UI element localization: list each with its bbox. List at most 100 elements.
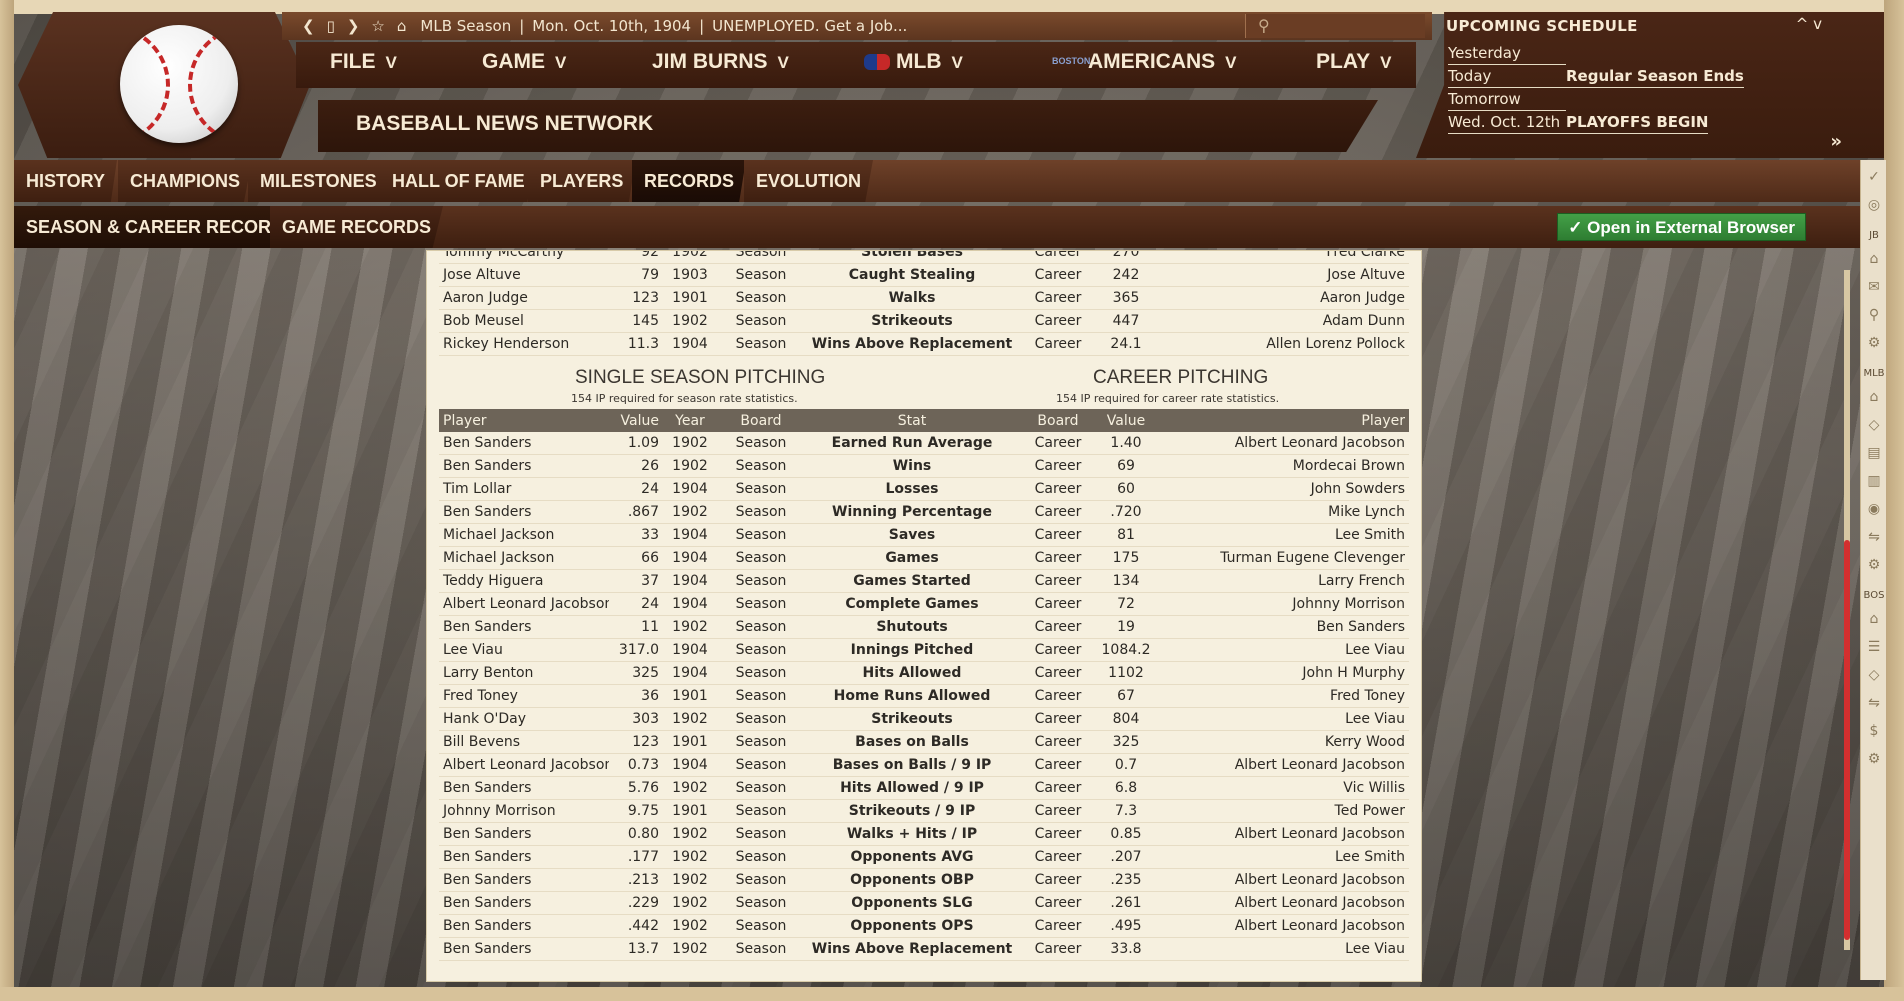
career-player[interactable]: Lee Viau [1159,941,1409,957]
season-player[interactable]: Michael Jackson [439,550,609,566]
tag-icon[interactable]: ◇ [1865,416,1883,434]
season-player[interactable]: Lee Viau [439,642,609,658]
header-career-board[interactable]: Board [1023,413,1093,429]
career-player[interactable]: Mike Lynch [1159,504,1409,520]
tab-records[interactable]: RECORDS [632,160,747,202]
checkmark-icon[interactable]: ✓ [1865,168,1883,186]
tab-history[interactable]: HISTORY [14,160,118,202]
season-player[interactable]: Ben Sanders [439,780,609,796]
gear-icon[interactable]: ⚙ [1865,750,1883,768]
season-player[interactable]: Larry Benton [439,665,609,681]
career-player[interactable]: Albert Leonard Jacobson [1159,918,1409,934]
career-player[interactable]: John H Murphy [1159,665,1409,681]
header-board[interactable]: Board [721,413,801,429]
home-icon[interactable]: ⌂ [1865,388,1883,406]
career-player[interactable]: Albert Leonard Jacobson [1159,895,1409,911]
season-player[interactable]: Ben Sanders [439,619,609,635]
scrollbar-thumb[interactable] [1844,540,1850,940]
season-player[interactable]: Tommy McCarthy [439,251,609,260]
season-player[interactable]: Albert Leonard Jacobson [439,596,609,612]
career-player[interactable]: Allen Lorenz Pollock [1159,336,1409,352]
season-player[interactable]: Fred Toney [439,688,609,704]
menu-game[interactable]: GAME V [482,50,566,74]
home-icon[interactable]: ⌂ [397,17,407,35]
season-player[interactable]: Ben Sanders [439,504,609,520]
tab-champions[interactable]: CHAMPIONS [118,160,253,202]
money-icon[interactable]: $ [1865,722,1883,740]
tab-players[interactable]: PLAYERS [528,160,636,202]
season-player[interactable]: Bob Meusel [439,313,609,329]
schedule-scroll-icon[interactable]: ^ v [1796,15,1822,33]
gear-icon[interactable]: ⚙ [1865,556,1883,574]
home-icon[interactable]: ⌂ [1865,610,1883,628]
home-icon[interactable]: ⌂ [1865,250,1883,268]
career-player[interactable]: Albert Leonard Jacobson [1159,757,1409,773]
menu-play[interactable]: PLAY V [1316,50,1391,74]
career-player[interactable]: Adam Dunn [1159,313,1409,329]
career-player[interactable]: Lee Smith [1159,527,1409,543]
season-player[interactable]: Jose Altuve [439,267,609,283]
baseball-logo[interactable] [120,25,238,143]
subtab-game-records[interactable]: GAME RECORDS [270,206,444,248]
season-player[interactable]: Hank O'Day [439,711,609,727]
open-external-browser-button[interactable]: ✓ Open in External Browser [1557,213,1806,241]
menu-league[interactable]: MLB V [864,50,963,74]
career-player[interactable]: Albert Leonard Jacobson [1159,826,1409,842]
header-stat[interactable]: Stat [801,413,1023,429]
career-player[interactable]: Aaron Judge [1159,290,1409,306]
gear-icon[interactable]: ⚙ [1865,334,1883,352]
roster-icon[interactable]: ☰ [1865,638,1883,656]
menu-team[interactable]: BOSTONAMERICANS V [1052,50,1237,74]
career-player[interactable]: John Sowders [1159,481,1409,497]
career-player[interactable]: Lee Viau [1159,711,1409,727]
season-player[interactable]: Ben Sanders [439,435,609,451]
employment-status[interactable]: UNEMPLOYED. Get a Job... [712,17,907,35]
globe-icon[interactable]: ◎ [1865,196,1883,214]
season-player[interactable]: Ben Sanders [439,849,609,865]
career-player[interactable]: Ted Power [1159,803,1409,819]
season-player[interactable]: Rickey Henderson [439,336,609,352]
season-player[interactable]: Ben Sanders [439,918,609,934]
season-player[interactable]: Ben Sanders [439,872,609,888]
career-player[interactable]: Kerry Wood [1159,734,1409,750]
season-player[interactable]: Ben Sanders [439,826,609,842]
header-year[interactable]: Year [659,413,721,429]
chart-icon[interactable]: ▥ [1865,472,1883,490]
forward-icon[interactable]: ❯ [347,17,360,35]
career-player[interactable]: Jose Altuve [1159,267,1409,283]
star-icon[interactable]: ☆ [371,17,384,35]
header-player[interactable]: Player [439,413,609,429]
career-player[interactable]: Lee Smith [1159,849,1409,865]
career-player[interactable]: Turman Eugene Clevenger [1159,550,1409,566]
menu-manager[interactable]: JIM BURNS V [652,50,789,74]
mail-icon[interactable]: ✉ [1865,278,1883,296]
tab-evolution[interactable]: EVOLUTION [744,160,874,202]
search-icon[interactable]: ⚲ [1865,306,1883,324]
season-player[interactable]: Tim Lollar [439,481,609,497]
season-player[interactable]: Michael Jackson [439,527,609,543]
subtab-season-career-records[interactable]: SEASON & CAREER RECORDS [14,206,309,248]
season-player[interactable]: Johnny Morrison [439,803,609,819]
back-icon[interactable]: ❮ [302,17,315,35]
header-value[interactable]: Value [609,413,659,429]
career-player[interactable]: Fred Toney [1159,688,1409,704]
season-player[interactable]: Albert Leonard Jacobson [439,757,609,773]
schedule-expand-icon[interactable]: » [1830,131,1842,152]
header-career-player[interactable]: Player [1159,413,1409,429]
season-player[interactable]: Aaron Judge [439,290,609,306]
season-player[interactable]: Teddy Higuera [439,573,609,589]
season-player[interactable]: Bill Bevens [439,734,609,750]
document-icon[interactable]: ▯ [327,17,335,35]
news-icon[interactable]: ▤ [1865,444,1883,462]
career-player[interactable]: Ben Sanders [1159,619,1409,635]
career-player[interactable]: Albert Leonard Jacobson [1159,435,1409,451]
career-player[interactable]: Fred Clarke [1159,251,1409,260]
tab-milestones[interactable]: MILESTONES [248,160,389,202]
handshake-icon[interactable]: ⇋ [1865,694,1883,712]
career-player[interactable]: Albert Leonard Jacobson [1159,872,1409,888]
tab-hall-of-fame[interactable]: HALL OF FAME [380,160,537,202]
career-player[interactable]: Vic Willis [1159,780,1409,796]
handshake-icon[interactable]: ⇋ [1865,528,1883,546]
season-player[interactable]: Ben Sanders [439,458,609,474]
season-player[interactable]: Ben Sanders [439,941,609,957]
